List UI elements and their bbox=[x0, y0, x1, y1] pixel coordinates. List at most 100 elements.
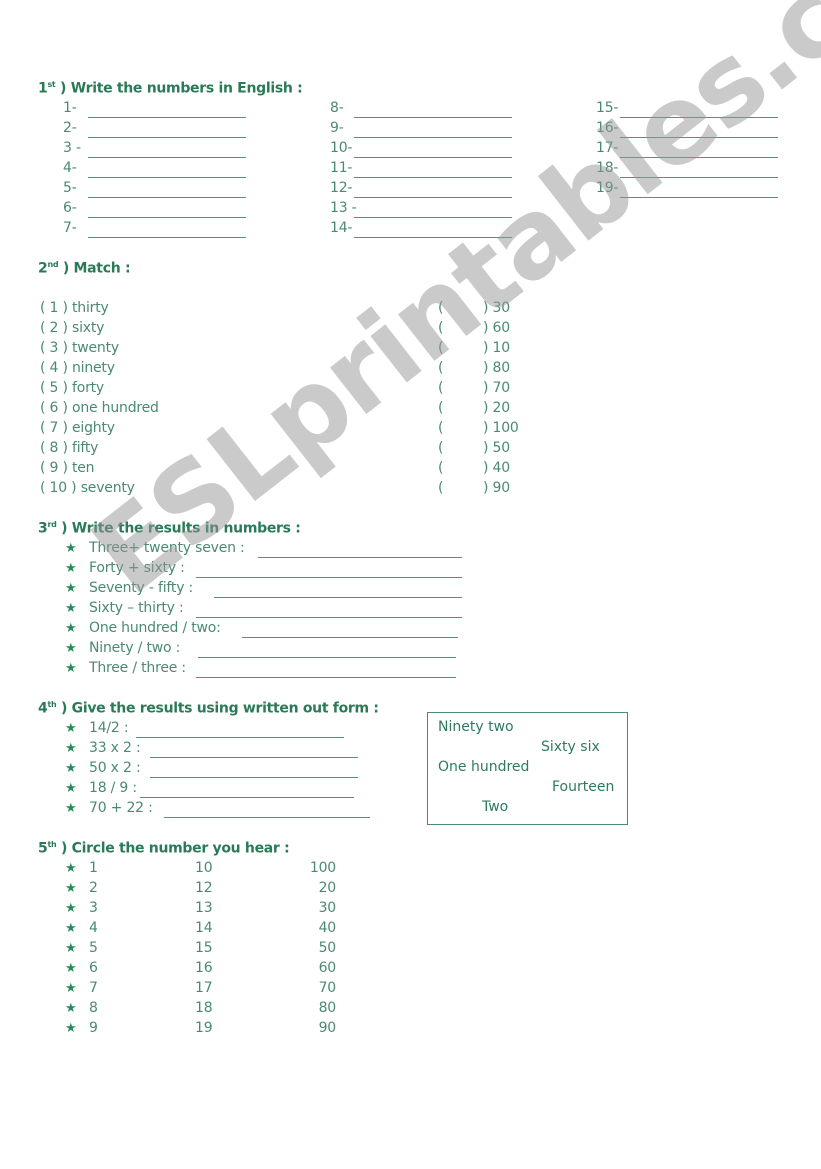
number-option[interactable]: 30 bbox=[308, 900, 337, 916]
answer-line[interactable] bbox=[620, 104, 778, 118]
star-icon: ★ bbox=[65, 541, 77, 556]
word-box-item: Two bbox=[482, 799, 509, 815]
number-option[interactable]: 13 bbox=[195, 900, 213, 916]
number-option[interactable]: 50 bbox=[308, 940, 337, 956]
exercise4-heading: 4th ) Give the results using written out… bbox=[38, 700, 379, 717]
number-option[interactable]: 70 bbox=[308, 980, 337, 996]
number-option[interactable]: 12 bbox=[195, 880, 213, 896]
match-answer-open[interactable]: ( bbox=[438, 340, 443, 356]
answer-line[interactable] bbox=[354, 124, 512, 138]
answer-line[interactable] bbox=[88, 184, 246, 198]
answer-line[interactable] bbox=[88, 164, 246, 178]
number-option[interactable]: 100 bbox=[308, 860, 336, 876]
number-option[interactable]: 5 bbox=[89, 940, 98, 956]
match-word: ( 2 ) sixty bbox=[40, 320, 105, 336]
number-option[interactable]: 6 bbox=[89, 960, 98, 976]
answer-line[interactable] bbox=[150, 744, 358, 758]
answer-line[interactable] bbox=[150, 764, 358, 778]
answer-line[interactable] bbox=[258, 544, 462, 558]
match-word: ( 3 ) twenty bbox=[40, 340, 119, 356]
answer-line[interactable] bbox=[354, 224, 512, 238]
number-option[interactable]: 1 bbox=[89, 860, 98, 876]
match-word: ( 1 ) thirty bbox=[40, 300, 109, 316]
number-label: 16- bbox=[596, 120, 619, 136]
number-option[interactable]: 18 bbox=[195, 1000, 213, 1016]
answer-line[interactable] bbox=[620, 144, 778, 158]
answer-line[interactable] bbox=[164, 804, 370, 818]
expression: 18 / 9 : bbox=[89, 780, 137, 796]
ordinal-suffix: rd bbox=[47, 520, 57, 529]
number-label: 9- bbox=[330, 120, 344, 136]
number-option[interactable]: 60 bbox=[308, 960, 337, 976]
answer-line[interactable] bbox=[354, 104, 512, 118]
answer-line[interactable] bbox=[620, 164, 778, 178]
answer-line[interactable] bbox=[136, 724, 344, 738]
number-option[interactable]: 4 bbox=[89, 920, 98, 936]
answer-line[interactable] bbox=[88, 104, 246, 118]
number-option[interactable]: 19 bbox=[195, 1020, 213, 1036]
answer-line[interactable] bbox=[88, 204, 246, 218]
number-label: 11- bbox=[330, 160, 353, 176]
number-label: 15- bbox=[596, 100, 619, 116]
number-option[interactable]: 16 bbox=[195, 960, 213, 976]
answer-line[interactable] bbox=[242, 624, 458, 638]
star-icon: ★ bbox=[65, 941, 77, 956]
answer-line[interactable] bbox=[354, 144, 512, 158]
number-option[interactable]: 90 bbox=[308, 1020, 337, 1036]
number-option[interactable]: 14 bbox=[195, 920, 213, 936]
match-answer-open[interactable]: ( bbox=[438, 320, 443, 336]
answer-line[interactable] bbox=[354, 204, 512, 218]
number-option[interactable]: 17 bbox=[195, 980, 213, 996]
match-answer-open[interactable]: ( bbox=[438, 380, 443, 396]
number-option[interactable]: 20 bbox=[308, 880, 337, 896]
match-answer-open[interactable]: ( bbox=[438, 400, 443, 416]
expression: Sixty – thirty : bbox=[89, 600, 184, 616]
match-word: ( 9 ) ten bbox=[40, 460, 95, 476]
match-answer-open[interactable]: ( bbox=[438, 440, 443, 456]
number-option[interactable]: 7 bbox=[89, 980, 98, 996]
number-option[interactable]: 8 bbox=[89, 1000, 98, 1016]
star-icon: ★ bbox=[65, 1001, 77, 1016]
number-option[interactable]: 9 bbox=[89, 1020, 98, 1036]
star-icon: ★ bbox=[65, 601, 77, 616]
answer-line[interactable] bbox=[196, 604, 462, 618]
answer-line[interactable] bbox=[354, 184, 512, 198]
number-option[interactable]: 3 bbox=[89, 900, 98, 916]
number-option[interactable]: 80 bbox=[308, 1000, 337, 1016]
match-answer-open[interactable]: ( bbox=[438, 480, 443, 496]
match-number: ) 60 bbox=[483, 320, 510, 336]
answer-line[interactable] bbox=[620, 124, 778, 138]
star-icon: ★ bbox=[65, 741, 77, 756]
star-icon: ★ bbox=[65, 561, 77, 576]
number-label: 1- bbox=[63, 100, 77, 116]
number-option[interactable]: 10 bbox=[195, 860, 213, 876]
match-answer-open[interactable]: ( bbox=[438, 460, 443, 476]
match-answer-open[interactable]: ( bbox=[438, 360, 443, 376]
answer-line[interactable] bbox=[214, 584, 462, 598]
exercise-title: ) Circle the number you hear : bbox=[60, 840, 290, 857]
answer-line[interactable] bbox=[88, 124, 246, 138]
number-option[interactable]: 15 bbox=[195, 940, 213, 956]
star-icon: ★ bbox=[65, 721, 77, 736]
expression: Three+ twenty seven : bbox=[89, 540, 245, 556]
expression: 70 + 22 : bbox=[89, 800, 153, 816]
answer-line[interactable] bbox=[198, 644, 456, 658]
answer-line[interactable] bbox=[354, 164, 512, 178]
match-word: ( 8 ) fifty bbox=[40, 440, 99, 456]
answer-line[interactable] bbox=[196, 664, 456, 678]
exercise-title: ) Write the numbers in English : bbox=[60, 80, 303, 97]
expression: 14/2 : bbox=[89, 720, 129, 736]
match-number: ) 30 bbox=[483, 300, 510, 316]
answer-line[interactable] bbox=[88, 224, 246, 238]
number-label: 17- bbox=[596, 140, 619, 156]
word-box-item: Sixty six bbox=[541, 739, 600, 755]
answer-line[interactable] bbox=[620, 184, 778, 198]
number-option[interactable]: 2 bbox=[89, 880, 98, 896]
match-answer-open[interactable]: ( bbox=[438, 420, 443, 436]
answer-line[interactable] bbox=[140, 784, 354, 798]
match-answer-open[interactable]: ( bbox=[438, 300, 443, 316]
answer-line[interactable] bbox=[196, 564, 462, 578]
match-number: ) 20 bbox=[483, 400, 510, 416]
answer-line[interactable] bbox=[88, 144, 246, 158]
number-option[interactable]: 40 bbox=[308, 920, 337, 936]
